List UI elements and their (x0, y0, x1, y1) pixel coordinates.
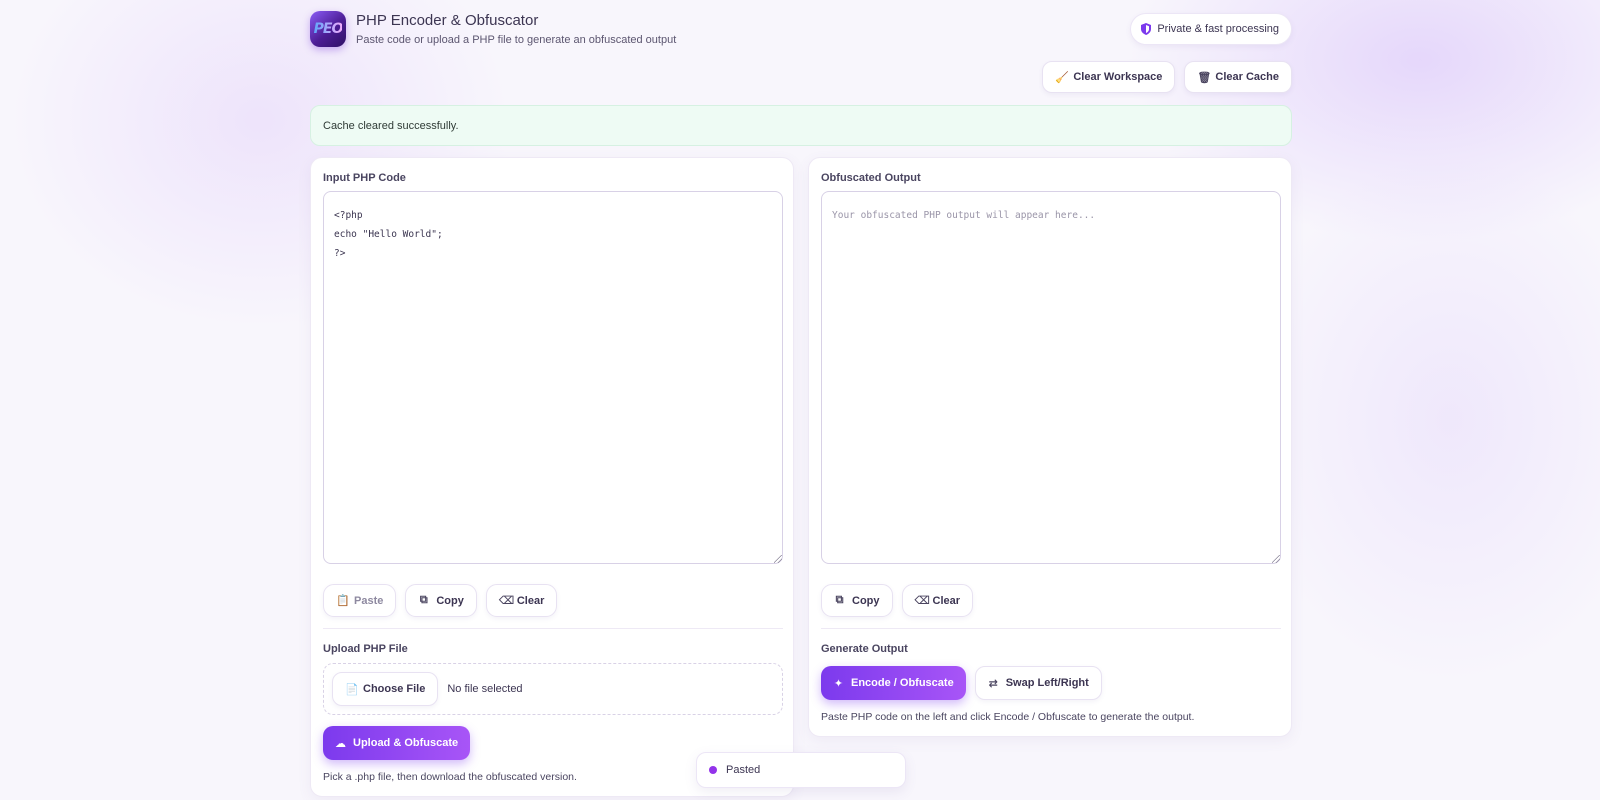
broom-icon: 🧹 (1055, 71, 1070, 84)
generate-section-label: Generate Output (821, 643, 908, 655)
privacy-badge: Private & fast processing (1130, 13, 1292, 45)
resize-handle-icon[interactable] (1272, 555, 1280, 563)
clipboard-icon: 📋 (336, 595, 350, 607)
file-upload-dropzone[interactable]: 📄 Choose File No file selected (323, 663, 783, 715)
upload-section-label: Upload PHP File (323, 643, 408, 655)
app-header: PEO PHP Encoder & Obfuscator Paste code … (310, 10, 1292, 50)
choose-file-label: Choose File (363, 683, 426, 695)
eraser-icon: ⌫ (498, 595, 515, 607)
output-copy-label: Copy (852, 594, 880, 607)
upload-obfuscate-label: Upload & Obfuscate (353, 737, 459, 749)
eraser-icon: ⌫ (914, 595, 931, 607)
copy-icon: ⧉ (835, 594, 844, 606)
encode-obfuscate-label: Encode / Obfuscate (851, 677, 954, 689)
generate-actions: ✦ Encode / Obfuscate ⇄ Swap Left/Right (821, 666, 1102, 700)
input-code-textarea[interactable]: <?php echo "Hello World"; ?> (323, 191, 783, 564)
upload-obfuscate-button[interactable]: ☁ Upload & Obfuscate (323, 726, 471, 760)
alert-message: Cache cleared successfully. (323, 119, 459, 132)
input-actions: 📋 Paste ⧉ Copy ⌫ Clear (323, 584, 558, 617)
input-label: Input PHP Code (323, 172, 406, 184)
file-status-text: No file selected (447, 683, 523, 695)
status-dot-icon (709, 766, 717, 774)
output-clear-label: Clear (932, 594, 961, 607)
file-icon: 📄 (345, 683, 359, 696)
clear-cache-label: Clear Cache (1215, 71, 1279, 83)
upload-hint: Pick a .php file, then download the obfu… (323, 771, 577, 783)
input-clear-label: Clear (516, 594, 545, 607)
swap-button[interactable]: ⇄ Swap Left/Right (974, 666, 1102, 700)
success-alert: Cache cleared successfully. (310, 105, 1292, 146)
paste-label: Paste (354, 594, 384, 607)
output-copy-button[interactable]: ⧉ Copy (821, 584, 893, 617)
shield-icon (1141, 23, 1152, 35)
output-label: Obfuscated Output (821, 172, 921, 184)
output-card: Obfuscated Output Your obfuscated PHP ou… (808, 157, 1292, 737)
input-copy-button[interactable]: ⧉ Copy (405, 584, 477, 617)
trash-icon: 🗑 (1197, 71, 1212, 84)
output-code-textarea[interactable]: Your obfuscated PHP output will appear h… (821, 191, 1281, 564)
input-clear-button[interactable]: ⌫ Clear (485, 584, 558, 617)
clear-cache-button[interactable]: 🗑 Clear Cache (1184, 61, 1292, 93)
divider (821, 628, 1281, 629)
toast-message: Pasted (726, 764, 761, 776)
top-actions: 🧹 Clear Workspace 🗑 Clear Cache (1042, 61, 1292, 93)
clear-workspace-button[interactable]: 🧹 Clear Workspace (1042, 61, 1176, 93)
output-clear-button[interactable]: ⌫ Clear (901, 584, 974, 617)
encode-obfuscate-button[interactable]: ✦ Encode / Obfuscate (821, 666, 966, 700)
magic-wand-icon: ✦ (833, 677, 844, 690)
generate-hint: Paste PHP code on the left and click Enc… (821, 711, 1195, 723)
input-copy-label: Copy (436, 594, 464, 607)
app-container: PEO PHP Encoder & Obfuscator Paste code … (310, 0, 1292, 800)
paste-button[interactable]: 📋 Paste (323, 584, 397, 617)
clear-workspace-label: Clear Workspace (1073, 71, 1163, 83)
choose-file-button[interactable]: 📄 Choose File (332, 672, 439, 706)
resize-handle-icon[interactable] (774, 555, 782, 563)
toast-notification: Pasted (696, 752, 906, 788)
swap-label: Swap Left/Right (1005, 677, 1089, 689)
copy-icon: ⧉ (419, 594, 428, 606)
output-actions: ⧉ Copy ⌫ Clear (821, 584, 974, 617)
swap-arrows-icon: ⇄ (988, 677, 998, 690)
app-title: PHP Encoder & Obfuscator (356, 12, 539, 29)
divider (323, 628, 783, 629)
cloud-upload-icon: ☁ (335, 737, 346, 750)
app-subtitle: Paste code or upload a PHP file to gener… (356, 34, 677, 46)
app-logo: PEO (310, 11, 346, 47)
input-card: Input PHP Code <?php echo "Hello World";… (310, 157, 794, 797)
privacy-label: Private & fast processing (1157, 23, 1279, 35)
